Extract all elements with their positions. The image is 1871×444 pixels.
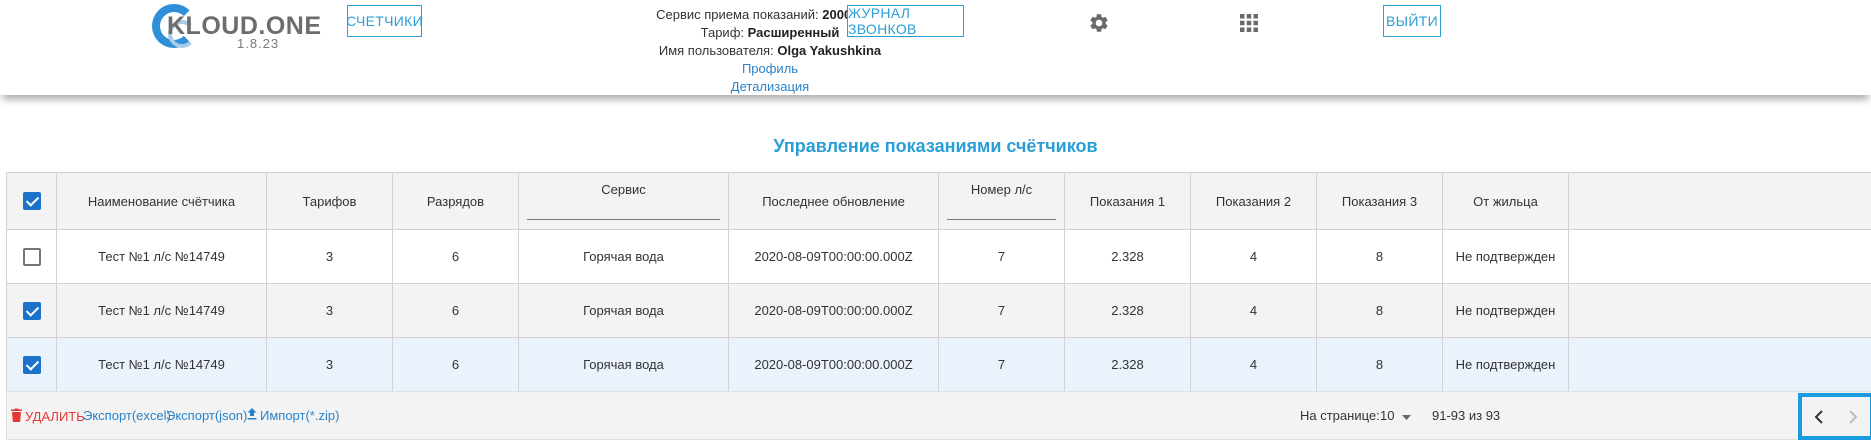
caret-down-icon <box>1402 408 1412 423</box>
user-label: Имя пользователя: <box>658 43 774 58</box>
cell-updated: 2020-08-09T00:00:00.000Z <box>728 229 939 284</box>
col-header-reading2[interactable]: Показания 2 <box>1190 172 1317 230</box>
cell-digits: 6 <box>392 283 519 338</box>
chevron-right-icon <box>1849 409 1858 424</box>
service-filter-input[interactable] <box>527 198 720 220</box>
cell-updated: 2020-08-09T00:00:00.000Z <box>728 337 939 392</box>
top-header: KLOUD.ONE 1.8.23 СЧЕТЧИКИ Сервис приема … <box>0 0 1871 95</box>
gear-icon[interactable] <box>1086 10 1112 36</box>
meters-table: Наименование счётчика Тарифов Разрядов С… <box>6 172 1871 392</box>
cell-account: 7 <box>938 337 1065 392</box>
cell-digits: 6 <box>392 229 519 284</box>
logo-version: 1.8.23 <box>237 36 280 51</box>
cell-account: 7 <box>938 283 1065 338</box>
cell-reading1: 2.328 <box>1064 337 1191 392</box>
col-header-from-tenant[interactable]: От жильца <box>1442 172 1569 230</box>
cell-tariffs: 3 <box>266 229 393 284</box>
details-link[interactable]: Детализация <box>620 78 920 96</box>
col-header-account: Номер л/с <box>938 172 1065 230</box>
cell-name: Тест №1 л/с №14749 <box>56 229 267 284</box>
pagination-nav <box>1798 393 1871 440</box>
table-row[interactable]: Тест №1 л/с №14749 3 6 Горячая вода 2020… <box>6 283 1871 338</box>
apps-grid-icon[interactable] <box>1236 10 1262 36</box>
delete-button[interactable]: УДАЛИТЬ <box>11 408 85 425</box>
cell-reading1: 2.328 <box>1064 229 1191 284</box>
cell-extra <box>1568 229 1871 284</box>
service-label: Сервис приема показаний: <box>656 7 819 22</box>
cell-account: 7 <box>938 229 1065 284</box>
row-select-cell <box>6 283 57 338</box>
account-filter-input[interactable] <box>947 198 1056 220</box>
col-header-service-label: Сервис <box>601 181 646 197</box>
cell-reading3: 8 <box>1316 283 1443 338</box>
cell-service: Горячая вода <box>518 337 729 392</box>
cell-name: Тест №1 л/с №14749 <box>56 337 267 392</box>
cell-service: Горячая вода <box>518 229 729 284</box>
col-header-digits[interactable]: Разрядов <box>392 172 519 230</box>
select-all-checkbox[interactable] <box>22 192 41 210</box>
col-header-extra <box>1568 172 1871 230</box>
logout-button[interactable]: ВЫЙТИ <box>1383 5 1441 37</box>
cell-from-tenant: Не подтвержден <box>1442 337 1569 392</box>
upload-icon <box>247 408 257 423</box>
cell-from-tenant: Не подтвержден <box>1442 229 1569 284</box>
table-header-row: Наименование счётчика Тарифов Разрядов С… <box>6 172 1871 230</box>
chevron-left-icon <box>1814 409 1823 424</box>
import-zip-label: Импорт(*.zip) <box>260 408 340 423</box>
page-title: Управление показаниями счётчиков <box>773 136 1098 156</box>
trash-icon <box>11 408 22 425</box>
col-header-service: Сервис <box>518 172 729 230</box>
logo[interactable]: KLOUD.ONE 1.8.23 <box>152 4 321 51</box>
tariff-label: Тариф: <box>700 25 744 40</box>
rows-per-page-label: На странице: <box>1300 408 1380 423</box>
cell-extra <box>1568 283 1871 338</box>
col-header-reading3[interactable]: Показания 3 <box>1316 172 1443 230</box>
cell-tariffs: 3 <box>266 337 393 392</box>
cell-tariffs: 3 <box>266 283 393 338</box>
cell-reading2: 4 <box>1190 229 1317 284</box>
export-json-link[interactable]: Экспорт(json) <box>166 408 247 423</box>
col-header-reading1[interactable]: Показания 1 <box>1064 172 1191 230</box>
user-line: Имя пользователя: Olga Yakushkina <box>620 42 920 60</box>
col-header-updated[interactable]: Последнее обновление <box>728 172 939 230</box>
counters-button[interactable]: СЧЕТЧИКИ <box>346 5 423 37</box>
user-value: Olga Yakushkina <box>777 43 882 58</box>
call-log-button[interactable]: ЖУРНАЛ ЗВОНКОВ <box>847 5 964 37</box>
cell-reading2: 4 <box>1190 337 1317 392</box>
pagination-range: 91-93 из 93 <box>1432 408 1501 423</box>
rows-per-page-select[interactable]: 10 <box>1380 408 1412 423</box>
next-page-button[interactable] <box>1841 405 1865 429</box>
cell-reading2: 4 <box>1190 283 1317 338</box>
col-header-tariffs[interactable]: Тарифов <box>266 172 393 230</box>
table-row[interactable]: Тест №1 л/с №14749 3 6 Горячая вода 2020… <box>6 337 1871 392</box>
cell-reading3: 8 <box>1316 229 1443 284</box>
cell-reading3: 8 <box>1316 337 1443 392</box>
cell-name: Тест №1 л/с №14749 <box>56 283 267 338</box>
row-checkbox[interactable] <box>22 355 41 374</box>
profile-link[interactable]: Профиль <box>620 60 920 78</box>
cell-digits: 6 <box>392 337 519 392</box>
row-checkbox[interactable] <box>22 301 41 320</box>
table-row[interactable]: Тест №1 л/с №14749 3 6 Горячая вода 2020… <box>6 229 1871 284</box>
col-header-account-label: Номер л/с <box>970 181 1033 197</box>
prev-page-button[interactable] <box>1807 405 1831 429</box>
cell-from-tenant: Не подтвержден <box>1442 283 1569 338</box>
import-zip-button[interactable]: Импорт(*.zip) <box>247 408 339 423</box>
col-header-name[interactable]: Наименование счётчика <box>56 172 267 230</box>
cell-extra <box>1568 337 1871 392</box>
row-checkbox[interactable] <box>22 247 41 266</box>
row-select-cell <box>6 337 57 392</box>
tariff-value: Расширенный <box>747 25 840 40</box>
cell-service: Горячая вода <box>518 283 729 338</box>
export-excel-link[interactable]: Экспорт(excel) <box>83 408 171 423</box>
cell-reading1: 2.328 <box>1064 283 1191 338</box>
delete-label: УДАЛИТЬ <box>25 409 85 424</box>
rows-per-page-value: 10 <box>1380 408 1395 423</box>
table-footer-toolbar: УДАЛИТЬ Экспорт(excel) Экспорт(json) Имп… <box>6 391 1871 440</box>
select-all-cell <box>6 172 57 230</box>
row-select-cell <box>6 229 57 284</box>
cell-updated: 2020-08-09T00:00:00.000Z <box>728 283 939 338</box>
